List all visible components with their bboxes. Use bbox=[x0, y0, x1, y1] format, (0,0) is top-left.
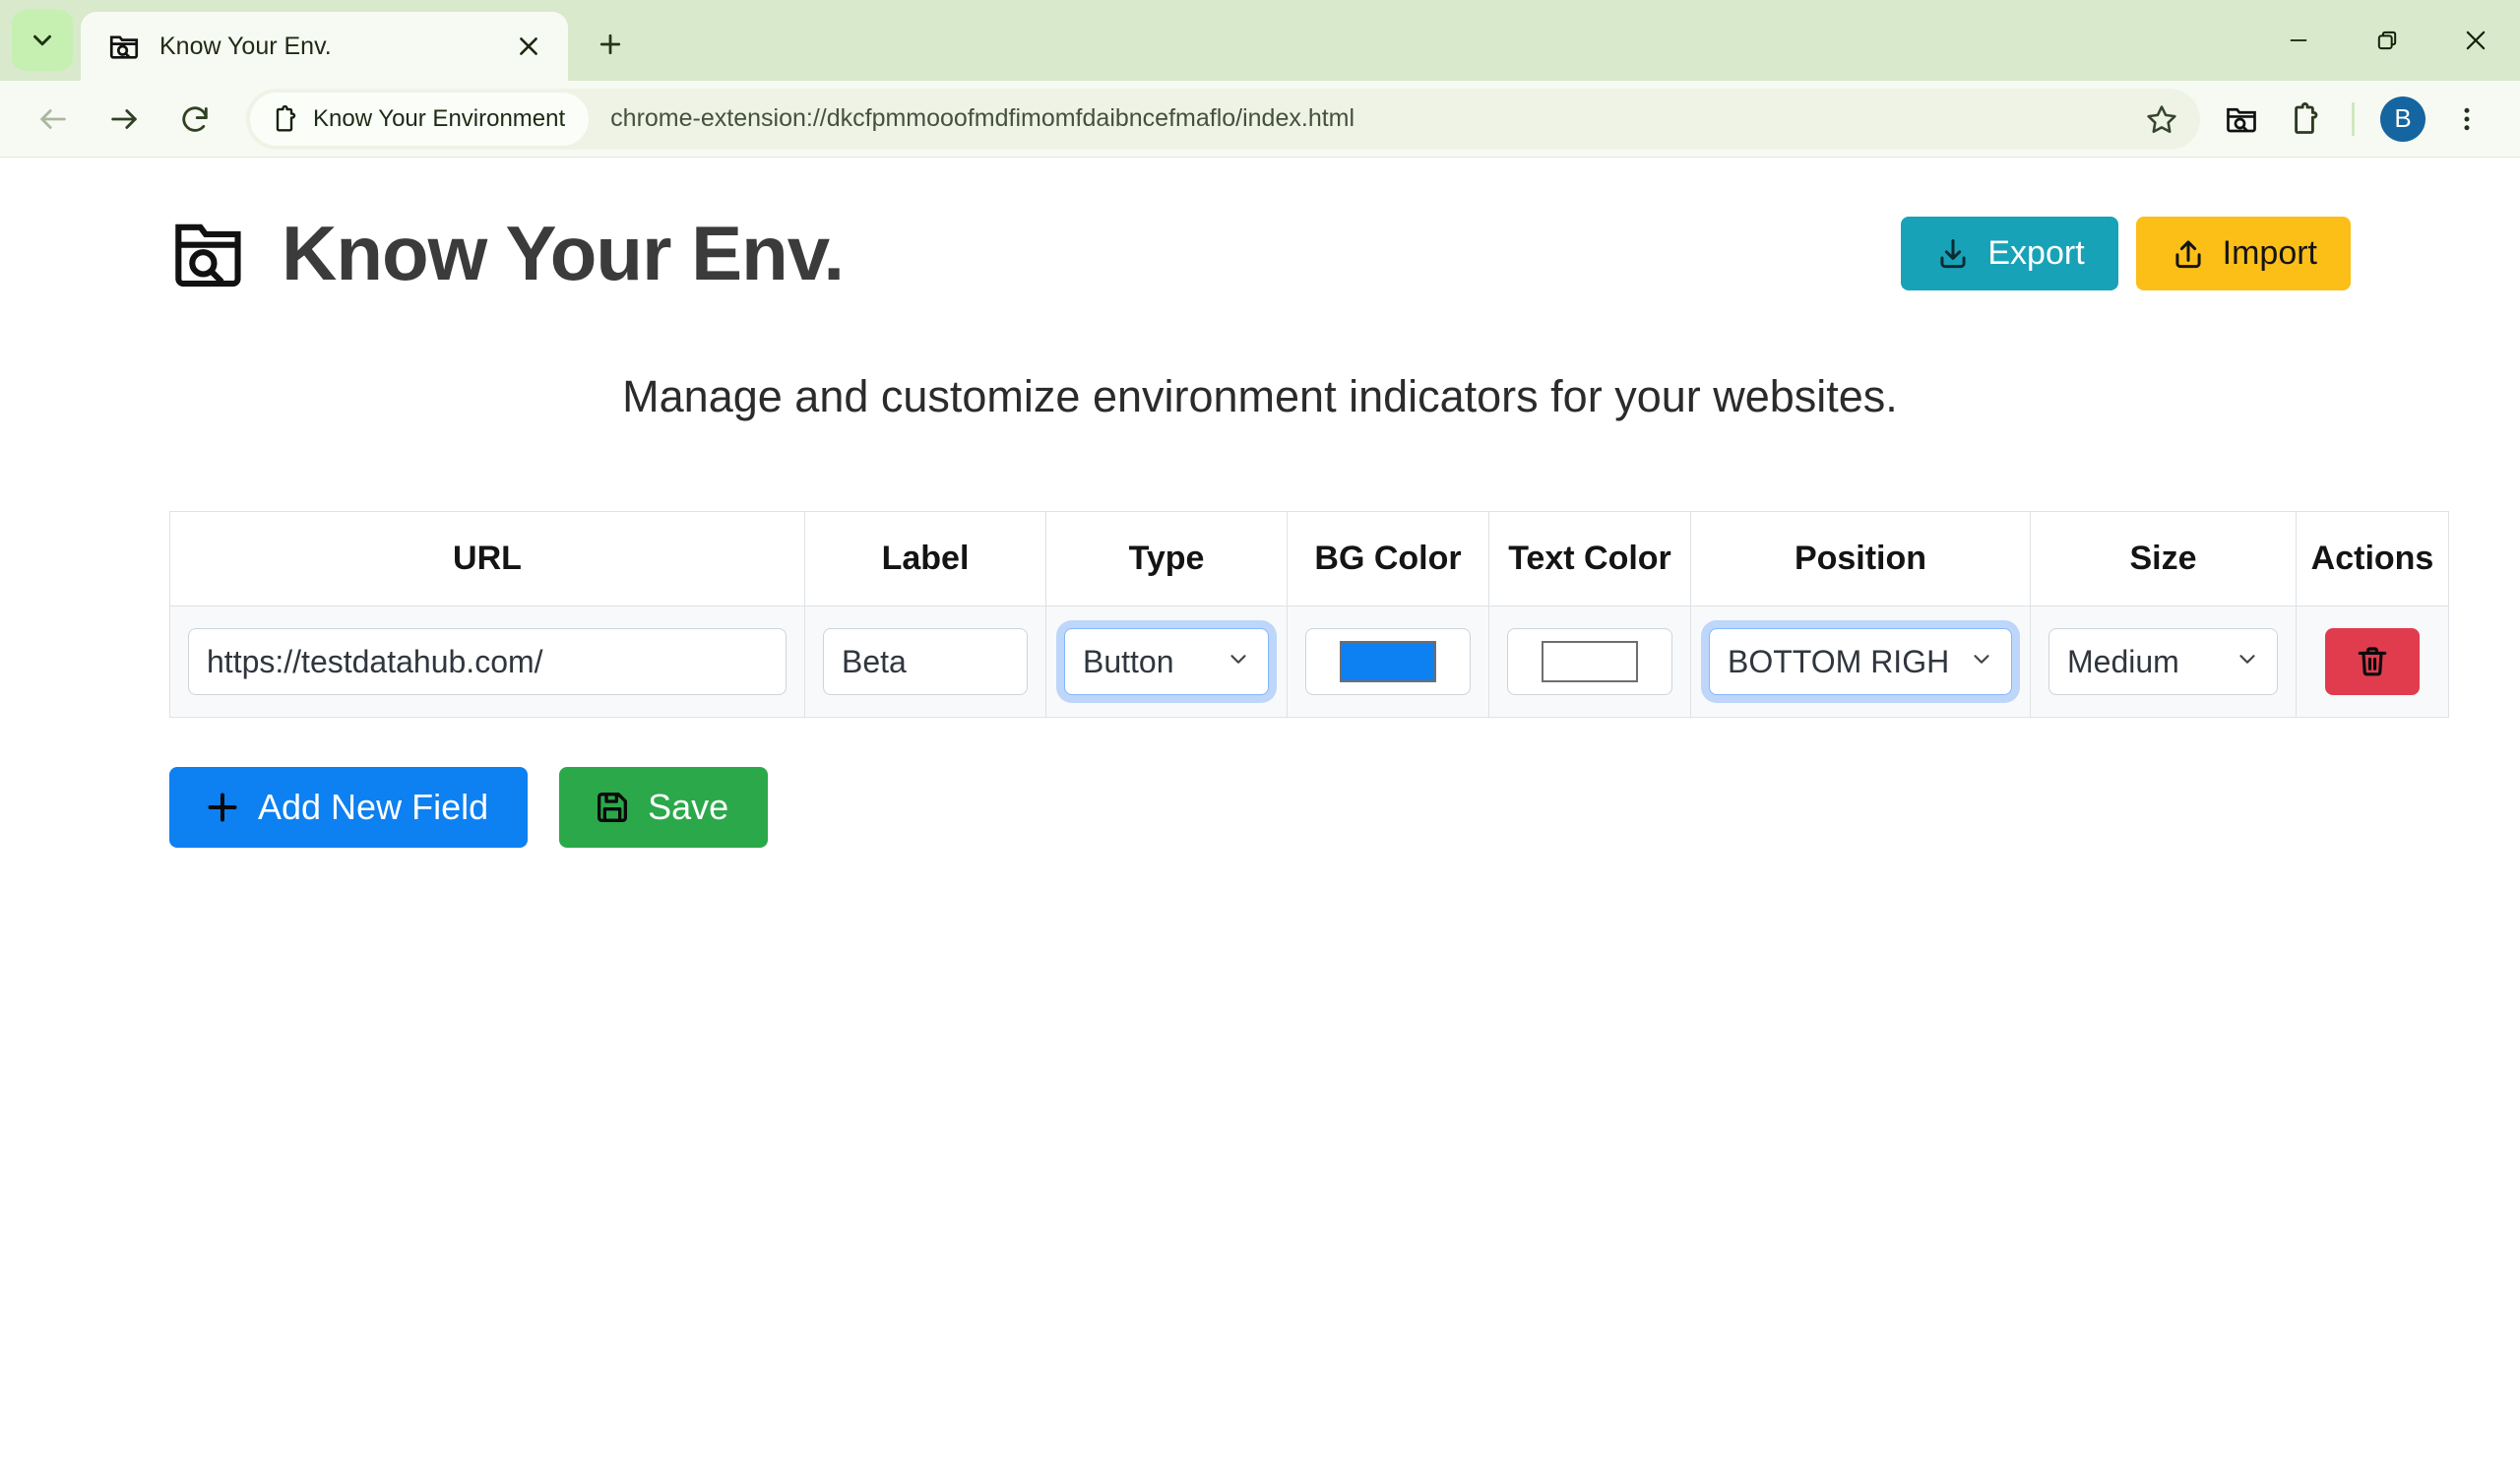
import-button[interactable]: Import bbox=[2135, 217, 2351, 290]
column-header-text-color: Text Color bbox=[1488, 511, 1691, 606]
floppy-disk-icon bbox=[593, 788, 632, 827]
browser-tab-active[interactable]: Know Your Env. bbox=[81, 12, 568, 81]
position-select[interactable]: BOTTOM RIGH bbox=[1709, 628, 2012, 695]
column-header-actions: Actions bbox=[2296, 511, 2449, 606]
page-subtitle: Manage and customize environment indicat… bbox=[622, 371, 1898, 421]
bg-color-picker[interactable] bbox=[1305, 628, 1471, 695]
window-controls bbox=[2254, 0, 2520, 81]
bookmark-star-button[interactable] bbox=[2131, 89, 2192, 150]
add-new-field-label: Add New Field bbox=[258, 787, 489, 827]
bg-color-swatch bbox=[1340, 641, 1436, 682]
add-new-field-button[interactable]: Add New Field bbox=[169, 767, 529, 848]
forward-arrow-icon bbox=[111, 108, 137, 129]
tab-close-icon[interactable] bbox=[507, 25, 550, 68]
folder-search-icon bbox=[2227, 107, 2256, 132]
brand: Know Your Env. bbox=[169, 209, 845, 298]
cell-label bbox=[804, 606, 1046, 718]
type-select[interactable]: Button bbox=[1064, 628, 1269, 695]
back-button[interactable] bbox=[18, 84, 89, 155]
column-header-label: Label bbox=[804, 511, 1046, 606]
table-row: Button bbox=[169, 606, 2449, 718]
export-button-label: Export bbox=[1987, 234, 2085, 272]
window-minimize-button[interactable] bbox=[2254, 0, 2343, 81]
table-header-row: URL Label Type BG Color Text Color Posit… bbox=[169, 511, 2449, 606]
import-button-label: Import bbox=[2222, 234, 2317, 272]
column-header-bg-color: BG Color bbox=[1287, 511, 1489, 606]
window-maximize-button[interactable] bbox=[2343, 0, 2431, 81]
restore-icon bbox=[2377, 31, 2397, 50]
text-color-picker[interactable] bbox=[1507, 628, 1672, 695]
column-header-position: Position bbox=[1690, 511, 2031, 606]
save-button[interactable]: Save bbox=[559, 767, 769, 848]
window-close-button[interactable] bbox=[2431, 0, 2520, 81]
cell-text-color bbox=[1488, 606, 1691, 718]
minimize-icon bbox=[2290, 39, 2307, 41]
extension-app-icon-button[interactable] bbox=[2210, 88, 2273, 151]
back-arrow-icon bbox=[40, 108, 66, 129]
reload-icon bbox=[182, 105, 208, 132]
header-actions: Export Import bbox=[1901, 217, 2351, 290]
three-dot-menu-icon bbox=[2464, 107, 2470, 130]
download-icon bbox=[1934, 235, 1972, 273]
toolbar-divider bbox=[2352, 101, 2355, 136]
label-input[interactable] bbox=[823, 628, 1028, 695]
reload-button[interactable] bbox=[159, 84, 230, 155]
plus-icon bbox=[599, 33, 621, 55]
browser-tab-strip: Know Your Env. bbox=[0, 0, 2520, 81]
extension-origin-chip[interactable]: Know Your Environment bbox=[250, 92, 590, 146]
fields-table: URL Label Type BG Color Text Color Posit… bbox=[169, 511, 2449, 718]
address-bar[interactable]: Know Your Environment chrome-extension:/… bbox=[246, 88, 2200, 150]
url-input[interactable] bbox=[188, 628, 787, 695]
app-header: Know Your Env. Export Import bbox=[169, 209, 2351, 298]
column-header-type: Type bbox=[1045, 511, 1288, 606]
star-icon bbox=[2147, 104, 2176, 133]
cell-url bbox=[169, 606, 805, 718]
plus-icon bbox=[203, 788, 242, 827]
cell-type: Button bbox=[1045, 606, 1288, 718]
cell-actions bbox=[2296, 606, 2449, 718]
window-close-icon bbox=[2466, 31, 2486, 50]
browser-menu-button[interactable] bbox=[2435, 88, 2498, 151]
cell-position: BOTTOM RIGH bbox=[1690, 606, 2031, 718]
new-tab-button[interactable] bbox=[582, 16, 639, 73]
size-select[interactable]: Medium bbox=[2048, 628, 2278, 695]
folder-search-icon bbox=[169, 212, 254, 296]
profile-avatar[interactable]: B bbox=[2380, 96, 2426, 142]
extensions-button[interactable] bbox=[2273, 88, 2336, 151]
forward-button[interactable] bbox=[89, 84, 159, 155]
extension-origin-label: Know Your Environment bbox=[313, 104, 566, 132]
column-header-size: Size bbox=[2030, 511, 2297, 606]
delete-row-button[interactable] bbox=[2325, 628, 2420, 695]
column-header-url: URL bbox=[169, 511, 805, 606]
cell-size: Medium bbox=[2030, 606, 2297, 718]
browser-tab-title: Know Your Env. bbox=[159, 32, 332, 60]
save-button-label: Save bbox=[648, 787, 729, 827]
page-body: Know Your Env. Export Import Manage and … bbox=[0, 158, 2520, 1467]
fields-table-container: URL Label Type BG Color Text Color Posit… bbox=[169, 511, 2449, 718]
address-bar-url: chrome-extension://dkcfpmmooofmdfimomfda… bbox=[610, 104, 1355, 132]
browser-toolbar: Know Your Environment chrome-extension:/… bbox=[0, 81, 2520, 158]
tab-search-button[interactable] bbox=[12, 10, 73, 71]
text-color-swatch bbox=[1542, 641, 1638, 682]
upload-icon bbox=[2170, 235, 2207, 273]
trash-icon bbox=[2354, 643, 2391, 680]
cell-bg-color bbox=[1287, 606, 1489, 718]
page-title: Know Your Env. bbox=[282, 210, 845, 296]
folder-search-icon bbox=[106, 29, 142, 64]
export-button[interactable]: Export bbox=[1901, 217, 2118, 290]
footer-actions: Add New Field Save bbox=[169, 767, 2351, 848]
chevron-down-icon bbox=[33, 34, 51, 46]
puzzle-piece-icon bbox=[270, 104, 299, 134]
puzzle-piece-icon bbox=[2295, 101, 2318, 134]
